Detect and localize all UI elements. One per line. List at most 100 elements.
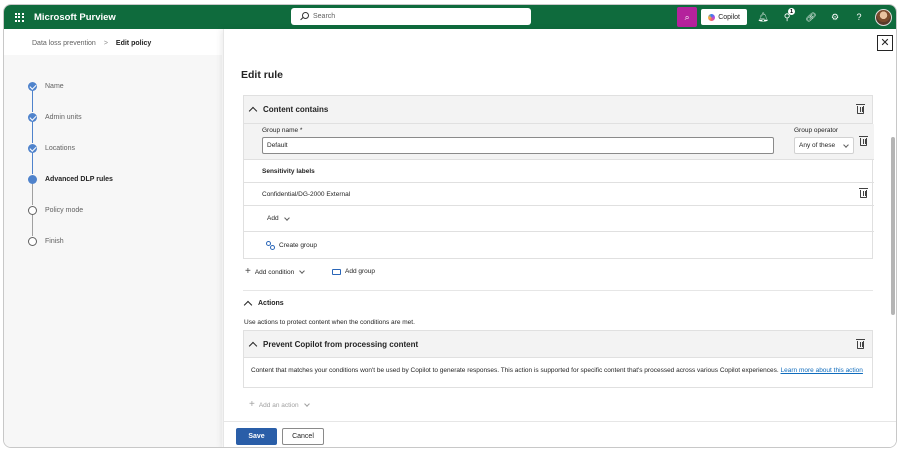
pending-step-icon — [28, 237, 37, 246]
step-label: Policy mode — [45, 207, 84, 214]
breadcrumb-separator: > — [103, 40, 108, 47]
chevron-down-icon — [299, 268, 306, 274]
whats-new-button[interactable]: ⚲ 1 — [775, 7, 799, 27]
breadcrumb: Data loss prevention > Edit policy — [32, 40, 151, 47]
links-button[interactable]: 🔗︎ — [799, 7, 823, 27]
list-item: Confidential/DG-2000 External — [244, 183, 874, 206]
actions-description: Use actions to protect content when the … — [244, 319, 415, 326]
add-group-icon — [332, 268, 341, 275]
step-connector — [32, 90, 33, 112]
chevron-down-icon — [303, 401, 310, 407]
action-card: Prevent Copilot from processing content … — [243, 330, 873, 388]
add-label-text: Add — [267, 215, 279, 222]
add-label-row: Add — [244, 206, 874, 232]
content-contains-card: Content contains Group name * Default Gr… — [243, 95, 874, 259]
check-icon — [28, 144, 37, 153]
link-icon: 🔗︎ — [805, 11, 817, 22]
add-action-text: Add an action — [258, 401, 299, 409]
action-card-header[interactable]: Prevent Copilot from processing content — [244, 331, 872, 358]
notifications-button[interactable]: 🔔︎ — [751, 7, 775, 27]
group-name-input[interactable]: Default — [262, 137, 774, 154]
copilot-icon — [708, 13, 716, 21]
chevron-up-icon — [243, 300, 253, 310]
pending-step-icon — [28, 206, 37, 215]
search-box[interactable]: Search — [291, 8, 531, 25]
sensitivity-labels-heading: Sensitivity labels — [262, 167, 315, 175]
step-label: Locations — [45, 145, 75, 152]
chevron-up-icon — [248, 106, 258, 116]
group-name-label: Group name * — [262, 127, 303, 134]
create-group-icon — [266, 241, 275, 250]
copilot-pane-icon: ⌕ — [684, 11, 690, 22]
add-group-button[interactable]: Add group — [332, 268, 375, 275]
wizard-step-finish[interactable]: Finish — [28, 237, 64, 246]
wizard-step-policy-mode[interactable]: Policy mode — [28, 206, 83, 215]
wizard-step-admin-units[interactable]: Admin units — [28, 113, 82, 122]
plus-icon: + — [245, 266, 251, 277]
wizard-step-advanced-dlp-rules[interactable]: Advanced DLP rules — [28, 175, 113, 184]
notification-badge: 1 — [788, 8, 795, 15]
help-button[interactable]: ? — [847, 7, 871, 27]
app-launcher-button[interactable] — [4, 5, 34, 29]
create-group-row: Create group — [244, 232, 874, 258]
chevron-down-icon — [843, 142, 849, 148]
panel-footer: Save Cancel — [224, 421, 896, 447]
app-window: Microsoft Purview Search ⌕ Copilot 🔔︎ ⚲ … — [3, 4, 897, 448]
wizard-steps: Name Admin units Locations Advanced DLP … — [4, 55, 222, 447]
save-button[interactable]: Save — [236, 428, 277, 445]
app-title[interactable]: Microsoft Purview — [34, 12, 116, 23]
step-connector — [32, 183, 33, 205]
panel-title: Edit rule — [241, 69, 284, 81]
group-operator-label: Group operator — [794, 127, 839, 134]
chevron-down-icon — [283, 214, 290, 221]
close-icon: ✕ — [880, 36, 890, 49]
current-step-icon — [28, 175, 37, 184]
plus-icon: + — [249, 399, 255, 410]
step-label: Admin units — [45, 114, 82, 121]
delete-group-icon[interactable] — [859, 136, 868, 146]
delete-icon[interactable] — [856, 104, 865, 114]
waffle-icon — [14, 12, 24, 22]
copilot-button[interactable]: Copilot — [701, 9, 747, 25]
chevron-up-icon — [248, 341, 258, 350]
delete-action-icon[interactable] — [856, 339, 865, 349]
add-label-button[interactable]: Add — [267, 214, 290, 222]
group-operator-select[interactable]: Any of these — [794, 137, 854, 154]
content-contains-header[interactable]: Content contains — [244, 96, 872, 124]
add-condition-text: Add condition — [254, 268, 295, 276]
wizard-step-locations[interactable]: Locations — [28, 144, 75, 153]
group-settings: Group name * Default Group operator Any … — [244, 124, 874, 160]
actions-section-header[interactable]: Actions — [243, 299, 284, 310]
wizard-step-name[interactable]: Name — [28, 82, 64, 91]
add-condition-button[interactable]: + Add condition — [245, 266, 306, 277]
sensitivity-label-name: Confidential/DG-2000 External — [262, 190, 351, 198]
copilot-pane-button[interactable]: ⌕ — [677, 7, 698, 27]
delete-label-icon[interactable] — [859, 188, 868, 198]
action-description: Content that matches your conditions won… — [251, 366, 871, 376]
create-group-text: Create group — [279, 241, 317, 249]
check-icon — [28, 113, 37, 122]
step-connector — [32, 214, 33, 236]
action-title: Prevent Copilot from processing content — [263, 339, 419, 349]
close-button[interactable]: ✕ — [877, 35, 893, 51]
scrollbar[interactable] — [891, 137, 895, 315]
add-action-button[interactable]: + Add an action — [249, 399, 310, 410]
bell-icon: 🔔︎ — [757, 11, 769, 22]
action-body-text: Content that matches your conditions won… — [251, 367, 779, 374]
top-bar-actions: ⌕ Copilot 🔔︎ ⚲ 1 🔗︎ ⚙ ? — [677, 7, 892, 27]
step-connector — [32, 121, 33, 143]
section-divider — [243, 290, 873, 291]
breadcrumb-parent[interactable]: Data loss prevention — [32, 40, 96, 47]
sensitivity-labels-heading-row: Sensitivity labels — [244, 160, 874, 183]
group-operator-value: Any of these — [799, 142, 836, 149]
cancel-button[interactable]: Cancel — [282, 428, 324, 445]
create-group-button[interactable]: Create group — [266, 241, 317, 250]
add-group-text: Add group — [345, 268, 375, 275]
step-label: Advanced DLP rules — [45, 176, 113, 183]
avatar[interactable] — [875, 8, 892, 26]
gear-icon: ⚙ — [830, 11, 840, 22]
learn-more-link[interactable]: Learn more about this action — [781, 367, 863, 374]
settings-button[interactable]: ⚙ — [823, 7, 847, 27]
search-input[interactable]: Search — [313, 13, 335, 20]
card-title: Content contains — [263, 105, 329, 114]
